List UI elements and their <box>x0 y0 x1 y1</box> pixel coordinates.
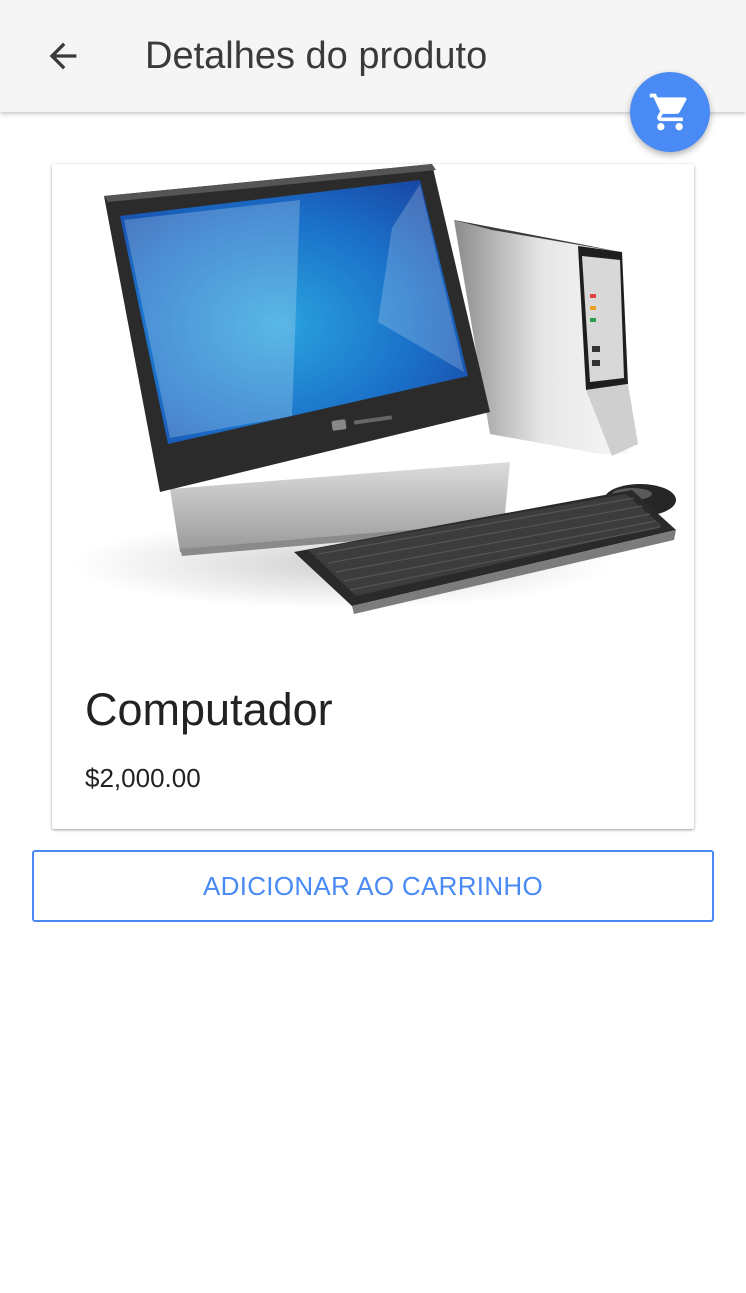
back-button[interactable] <box>30 26 96 86</box>
cart-fab-button[interactable] <box>630 72 710 152</box>
page-title: Detalhes do produto <box>145 35 488 77</box>
product-image <box>72 164 676 614</box>
product-name: Computador <box>85 684 333 735</box>
add-to-cart-button[interactable]: ADICIONAR AO CARRINHO <box>32 850 714 922</box>
arrow-back-icon <box>49 42 77 70</box>
product-card: Computador $2,000.00 <box>52 164 694 829</box>
product-price: $2,000.00 <box>85 763 201 793</box>
shopping-cart-icon <box>649 93 687 131</box>
